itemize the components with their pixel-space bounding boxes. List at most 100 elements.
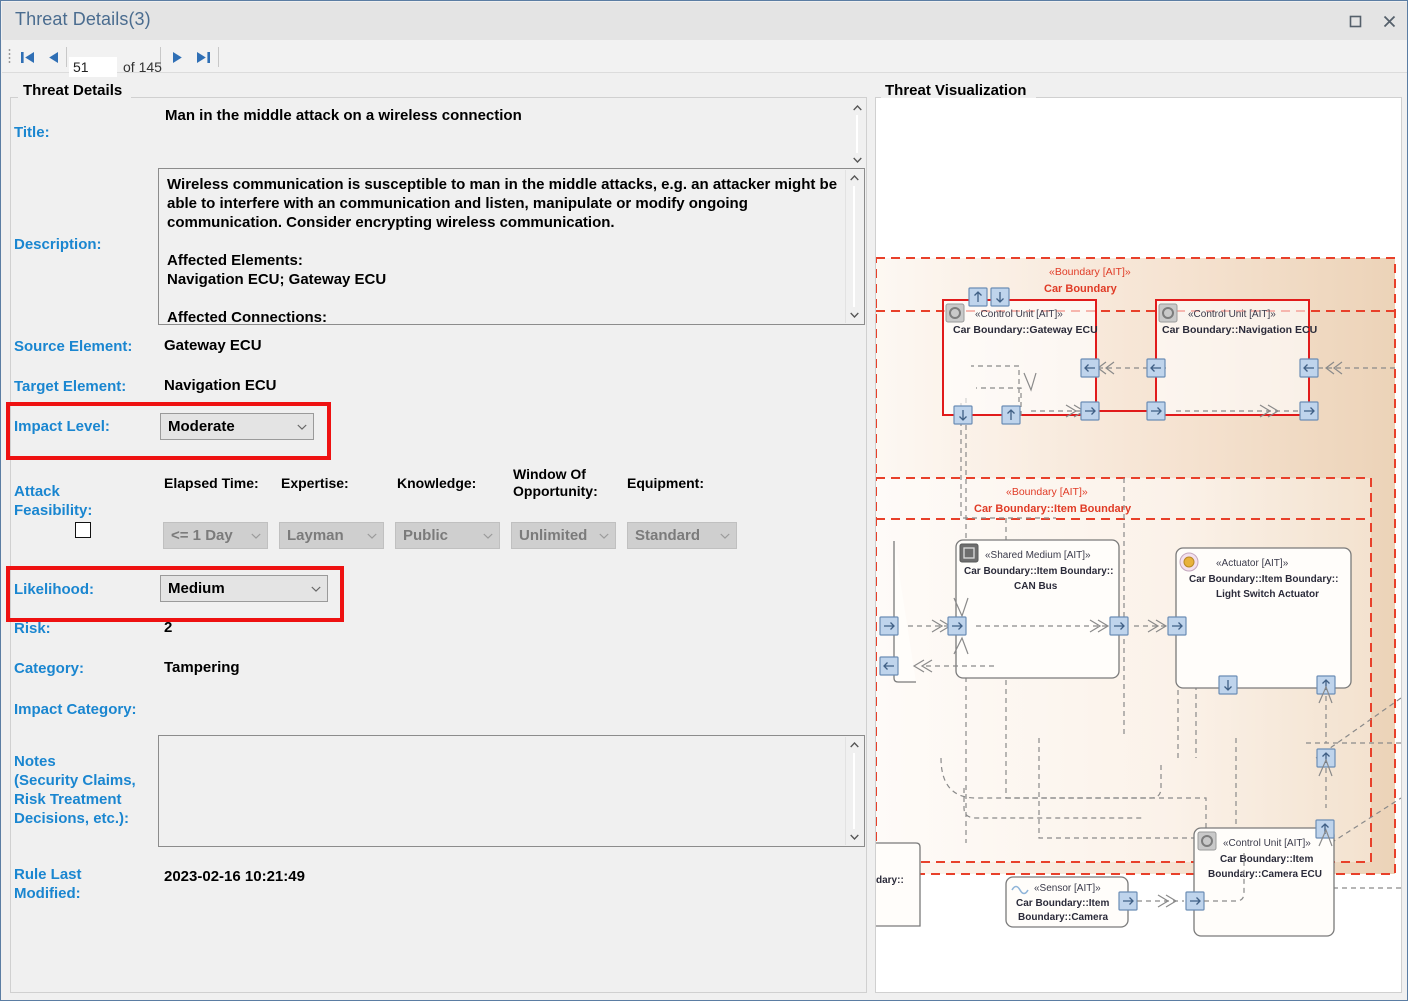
- chevron-down-icon: [714, 533, 736, 539]
- svg-text:Car Boundary::Item: Car Boundary::Item: [1220, 854, 1313, 865]
- toolbar-separator: [218, 47, 219, 67]
- impact-category-label: Impact Category:: [14, 700, 137, 719]
- svg-text:Car Boundary::Navigation ECU: Car Boundary::Navigation ECU: [1162, 324, 1317, 336]
- toolbar-grip-icon: [8, 48, 11, 65]
- window-of-opportunity-value: Unlimited: [512, 527, 593, 544]
- window-titlebar: Threat Details(3): [2, 2, 1407, 40]
- category-value: Tampering: [164, 659, 240, 676]
- knowledge-header: Knowledge:: [397, 475, 476, 492]
- impact-level-value: Moderate: [161, 418, 291, 435]
- last-record-icon[interactable]: [192, 46, 214, 68]
- svg-text:Car Boundary::Item: Car Boundary::Item: [1016, 898, 1109, 909]
- title-label: Title:: [14, 123, 50, 142]
- threat-visualization-groupbox-title: Threat Visualization: [882, 82, 1029, 99]
- threat-details-groupbox-title: Threat Details: [20, 82, 125, 99]
- close-icon[interactable]: [1379, 11, 1399, 31]
- window-controls: [1345, 11, 1399, 31]
- elapsed-time-select[interactable]: <= 1 Day: [163, 522, 268, 549]
- groupbox-border: [10, 97, 18, 98]
- svg-text:Car Boundary::Gateway ECU: Car Boundary::Gateway ECU: [953, 324, 1098, 336]
- notes-textbox[interactable]: [158, 735, 865, 847]
- likelihood-value: Medium: [161, 580, 305, 597]
- record-navigation-toolbar: [2, 40, 1407, 73]
- target-element-label: Target Element:: [14, 377, 126, 396]
- elapsed-time-header: Elapsed Time:: [164, 475, 259, 492]
- notes-scrollbar[interactable]: [845, 737, 863, 845]
- description-scrollbar[interactable]: [845, 170, 863, 323]
- page-total-label: of 145: [123, 59, 162, 75]
- source-element-value: Gateway ECU: [164, 337, 262, 354]
- svg-text:CAN Bus: CAN Bus: [1014, 581, 1058, 592]
- window-of-opportunity-header: Window Of Opportunity:: [513, 466, 598, 500]
- svg-text:«Control Unit [AIT]»: «Control Unit [AIT]»: [975, 309, 1063, 320]
- svg-text:«Boundary [AIT]»: «Boundary [AIT]»: [1006, 486, 1088, 498]
- risk-label: Risk:: [14, 619, 51, 638]
- chevron-down-icon: [305, 586, 327, 592]
- chevron-down-icon: [593, 533, 615, 539]
- notes-label: Notes (Security Claims, Risk Treatment D…: [14, 752, 136, 828]
- svg-text:«Actuator [AIT]»: «Actuator [AIT]»: [1216, 558, 1289, 569]
- svg-text:dary::: dary::: [876, 875, 904, 886]
- svg-text:«Control Unit [AIT]»: «Control Unit [AIT]»: [1188, 309, 1276, 320]
- svg-text:Car Boundary::Item Boundary: Car Boundary::Item Boundary: [974, 503, 1132, 515]
- svg-text:Boundary::Camera: Boundary::Camera: [1018, 912, 1108, 923]
- first-record-icon[interactable]: [16, 46, 38, 68]
- svg-text:Car Boundary: Car Boundary: [1044, 283, 1118, 295]
- title-value: Man in the middle attack on a wireless c…: [165, 107, 522, 124]
- impact-level-label: Impact Level:: [14, 417, 110, 436]
- impact-level-select[interactable]: Moderate: [160, 413, 314, 440]
- category-label: Category:: [14, 659, 84, 678]
- expertise-value: Layman: [280, 527, 361, 544]
- previous-record-icon[interactable]: [42, 46, 64, 68]
- attack-feasibility-label: Attack Feasibility:: [14, 482, 92, 520]
- attack-feasibility-checkbox[interactable]: [75, 522, 91, 538]
- description-label: Description:: [14, 235, 102, 254]
- rule-last-modified-value: 2023-02-16 10:21:49: [164, 868, 305, 885]
- scroll-track[interactable]: [856, 115, 858, 153]
- expertise-select[interactable]: Layman: [279, 522, 384, 549]
- knowledge-value: Public: [396, 527, 477, 544]
- svg-text:Car Boundary::Item Boundary::: Car Boundary::Item Boundary::: [964, 566, 1113, 577]
- threat-visualization-canvas[interactable]: «Boundary [AIT]» Car Boundary «Boundary …: [876, 98, 1401, 992]
- title-field[interactable]: Man in the middle attack on a wireless c…: [158, 100, 865, 168]
- scroll-track[interactable]: [853, 753, 855, 829]
- expertise-header: Expertise:: [281, 475, 349, 492]
- elapsed-time-value: <= 1 Day: [164, 527, 245, 544]
- svg-text:Light Switch Actuator: Light Switch Actuator: [1216, 589, 1319, 600]
- description-value: Wireless communication is susceptible to…: [167, 175, 842, 327]
- svg-text:Car Boundary::Item Boundary::: Car Boundary::Item Boundary::: [1189, 574, 1338, 585]
- groupbox-border: [131, 97, 867, 98]
- scroll-down-icon[interactable]: [849, 153, 866, 167]
- threat-diagram-svg: «Boundary [AIT]» Car Boundary «Boundary …: [876, 98, 1401, 992]
- equipment-value: Standard: [628, 527, 714, 544]
- source-element-label: Source Element:: [14, 337, 132, 356]
- page-number-input[interactable]: [69, 57, 117, 77]
- svg-text:«Boundary [AIT]»: «Boundary [AIT]»: [1049, 266, 1131, 278]
- knowledge-select[interactable]: Public: [395, 522, 500, 549]
- scroll-track[interactable]: [853, 186, 855, 307]
- window-title: Threat Details(3): [15, 9, 151, 30]
- chevron-down-icon: [361, 533, 383, 539]
- scroll-down-icon[interactable]: [846, 308, 863, 322]
- likelihood-label: Likelihood:: [14, 580, 94, 599]
- svg-text:«Control Unit [AIT]»: «Control Unit [AIT]»: [1223, 838, 1311, 849]
- risk-value: 2: [164, 619, 172, 636]
- svg-text:Boundary::Camera ECU: Boundary::Camera ECU: [1208, 869, 1322, 880]
- scroll-up-icon[interactable]: [846, 738, 863, 752]
- toolbar-separator: [66, 47, 67, 67]
- maximize-icon[interactable]: [1345, 11, 1365, 31]
- chevron-down-icon: [291, 424, 313, 430]
- target-element-value: Navigation ECU: [164, 377, 277, 394]
- chevron-down-icon: [477, 533, 499, 539]
- scroll-down-icon[interactable]: [846, 830, 863, 844]
- description-textbox[interactable]: Wireless communication is susceptible to…: [158, 168, 865, 325]
- equipment-header: Equipment:: [627, 475, 704, 492]
- likelihood-select[interactable]: Medium: [160, 575, 328, 602]
- scroll-up-icon[interactable]: [849, 101, 866, 115]
- equipment-select[interactable]: Standard: [627, 522, 737, 549]
- rule-last-modified-label: Rule Last Modified:: [14, 865, 82, 903]
- scroll-up-icon[interactable]: [846, 171, 863, 185]
- window-of-opportunity-select[interactable]: Unlimited: [511, 522, 616, 549]
- next-record-icon[interactable]: [166, 46, 188, 68]
- title-scrollbar[interactable]: [849, 100, 865, 168]
